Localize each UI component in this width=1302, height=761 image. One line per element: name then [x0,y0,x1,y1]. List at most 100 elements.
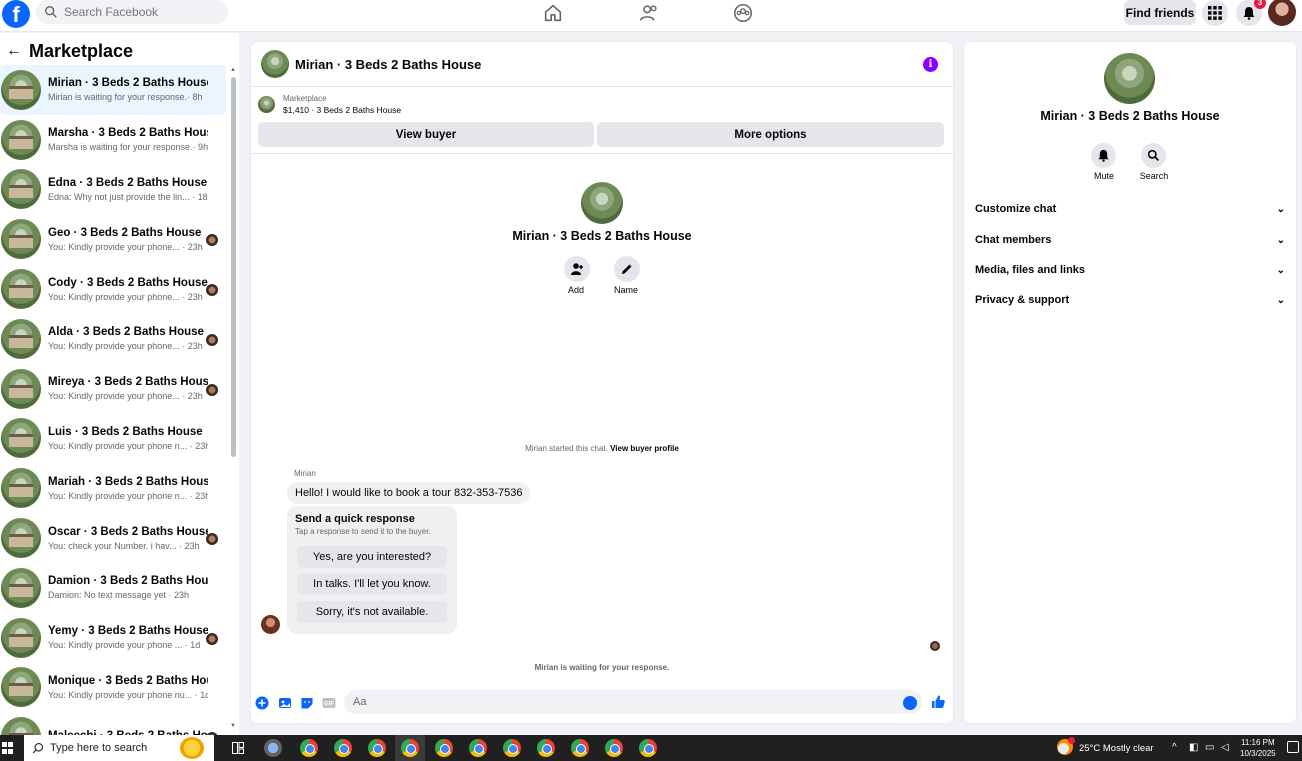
chrome-icon[interactable] [503,739,521,757]
sidebar-header: ← Marketplace [0,39,239,63]
conversation-text: Mireya · 3 Beds 2 Baths House You: Kindly… [48,376,208,401]
sender-avatar[interactable] [261,615,280,634]
conversation-item[interactable]: Yemy · 3 Beds 2 Baths House You: Kindly p… [0,613,226,663]
conversation-item[interactable]: Oscar · 3 Beds 2 Baths House You: check y… [0,513,226,563]
conversation-preview: You: check your Number. i hav... · 23h [48,540,200,551]
scroll-up-arrow-icon[interactable]: ▲ [230,67,236,73]
message-input[interactable]: Aa [344,690,922,714]
conversation-item[interactable]: Luis · 3 Beds 2 Baths House You: Kindly p… [0,414,226,464]
account-avatar[interactable] [1268,0,1296,26]
scroll-down-arrow-icon[interactable]: ▼ [230,723,236,729]
chrome-icon[interactable] [605,739,623,757]
weather-sun-icon[interactable] [180,737,204,759]
name-chat-button[interactable] [614,256,640,282]
details-avatar[interactable] [1104,53,1155,104]
sticker-icon[interactable] [300,696,314,710]
home-icon[interactable] [542,2,564,24]
back-arrow-icon[interactable]: ← [6,42,24,60]
tray-chevron-up-icon[interactable]: ^ [1172,742,1177,753]
quick-response-yes-button[interactable]: Yes, are you interested? [297,546,447,568]
media-files-links-section[interactable]: Media, files and links ⌄ [975,259,1287,281]
chat-members-section[interactable]: Chat members ⌄ [975,229,1287,251]
conversation-text: Mirian · 3 Beds 2 Baths House Mirian is w… [48,77,208,102]
chrome-icon[interactable] [334,739,352,757]
quick-response-title: Send a quick response [295,513,415,525]
chat-avatar[interactable] [261,50,289,78]
section-label: Chat members [975,234,1052,246]
conversation-preview: Edna: Why not just provide the lin... · … [48,191,208,202]
listing-thumbnail [1,418,41,459]
conversation-item[interactable]: Marsha · 3 Beds 2 Baths House Marsha is w… [0,115,226,165]
windows-start-icon[interactable] [2,742,14,754]
task-view-icon[interactable] [232,742,244,754]
chat-details-panel: Mirian · 3 Beds 2 Baths House Mute Searc… [964,42,1296,723]
friends-icon[interactable] [638,2,660,24]
mute-button[interactable] [1091,143,1116,168]
marketplace-listing-row[interactable]: Marketplace $1,410 · 3 Beds 2 Baths Hous… [258,94,401,115]
system-clock[interactable]: 11:16 PM 10/3/2025 [1240,737,1276,759]
notification-center-icon[interactable] [1287,741,1299,753]
add-people-button[interactable] [564,256,590,282]
chrome-icon[interactable] [435,739,453,757]
menu-button[interactable] [1202,0,1228,26]
scrollbar-thumb[interactable] [231,77,236,457]
sidebar-title: Marketplace [29,40,134,61]
sidebar-scrollbar[interactable]: ▲ ▼ [229,67,237,733]
meet-now-icon[interactable]: ◧ [1189,742,1198,753]
conversation-item[interactable]: Mariah · 3 Beds 2 Baths House You: Kindly… [0,463,226,513]
conversation-item[interactable]: Alda · 3 Beds 2 Baths House You: Kindly p… [0,314,226,364]
seen-avatar [206,234,218,247]
conversation-item[interactable]: Geo · 3 Beds 2 Baths House You: Kindly pr… [0,214,226,264]
view-buyer-profile-link[interactable]: View buyer profile [610,444,679,453]
weather-text[interactable]: 25°C Mostly clear [1079,743,1154,754]
chrome-icon[interactable] [469,739,487,757]
chrome-icon[interactable] [300,739,318,757]
search-input[interactable] [64,5,214,19]
photo-icon[interactable] [278,696,292,710]
conversation-preview: You: Kindly provide your phone ... · 1d [48,640,201,651]
groups-icon[interactable] [732,2,754,24]
message-bubble[interactable]: Hello! I would like to book a tour 832-3… [287,482,531,504]
facebook-logo[interactable]: f [2,0,30,28]
search-icon [45,6,57,18]
find-friends-button[interactable]: Find friends [1124,0,1196,25]
conversation-item[interactable]: Edna · 3 Beds 2 Baths House Edna: Why not… [0,165,226,215]
search-in-chat-button[interactable] [1141,143,1166,168]
facebook-search-box[interactable] [36,0,228,24]
conversation-item[interactable]: Mireya · 3 Beds 2 Baths House You: Kindly… [0,364,226,414]
seen-avatar [206,383,218,396]
customize-chat-section[interactable]: Customize chat ⌄ [975,198,1287,220]
conversation-item[interactable]: Damion · 3 Beds 2 Baths House Damion: No … [0,563,226,613]
chrome-icon[interactable] [639,739,657,757]
marketplace-sidebar: ← Marketplace Mirian · 3 Beds 2 Baths Ho… [0,33,239,735]
conversation-item[interactable]: Monique · 3 Beds 2 Baths House You: Kindl… [0,663,226,713]
conversation-item[interactable]: Mirian · 3 Beds 2 Baths House Mirian is w… [0,65,226,115]
volume-icon[interactable]: ◁ [1221,742,1229,753]
thumbs-up-icon[interactable] [930,694,946,710]
conversation-text: Damion · 3 Beds 2 Baths House Damion: No … [48,575,208,600]
more-options-button[interactable]: More options [597,122,944,147]
listing-price-title: $1,410 · 3 Beds 2 Baths House [283,105,402,115]
conversation-name: Yemy · 3 Beds 2 Baths House [48,625,208,638]
chrome-icon[interactable] [537,739,555,757]
chrome-icon[interactable] [571,739,589,757]
chrome-icon[interactable] [368,739,386,757]
chrome-icon[interactable] [401,739,419,757]
network-icon[interactable]: ▭ [1205,742,1214,753]
conversation-item[interactable]: Cody · 3 Beds 2 Baths House You: Kindly p… [0,264,226,314]
info-icon[interactable]: i [923,57,938,72]
emoji-icon[interactable] [903,696,917,710]
grid-menu-icon [1208,6,1222,20]
privacy-support-section[interactable]: Privacy & support ⌄ [975,289,1287,311]
conversation-item[interactable]: Maleechi · 3 Beds 2 Baths Ho... [0,712,226,735]
plus-circle-icon[interactable] [255,696,269,710]
quick-response-in-talks-button[interactable]: In talks. I'll let you know. [297,573,447,595]
chat-title[interactable]: Mirian · 3 Beds 2 Baths House [295,57,481,72]
conversation-text: Alda · 3 Beds 2 Baths House You: Kindly p… [48,326,208,351]
conversation-name: Damion · 3 Beds 2 Baths House [48,575,208,588]
view-buyer-button[interactable]: View buyer [258,122,594,147]
gif-icon[interactable]: GIF [322,696,336,710]
taskbar-app-icon[interactable] [264,739,282,757]
quick-response-not-available-button[interactable]: Sorry, it's not available. [297,601,447,623]
conversation-name: Luis · 3 Beds 2 Baths House [48,425,203,438]
